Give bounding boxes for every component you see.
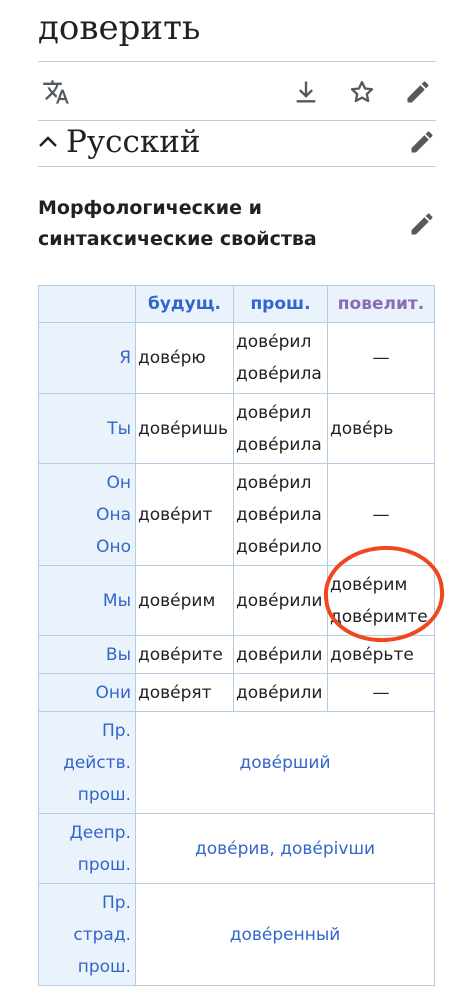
participle-row: Пр. страд. прош. дове́ренный <box>38 883 435 986</box>
future-cell: дове́рит <box>135 463 234 566</box>
header-future[interactable]: будущ. <box>135 285 234 323</box>
header-empty <box>38 285 136 323</box>
star-icon[interactable] <box>348 78 376 106</box>
pronoun-cell[interactable]: Вы <box>38 635 136 674</box>
past-cell: дове́рили <box>233 673 328 712</box>
future-cell: дове́рят <box>135 673 234 712</box>
gerund-past-link[interactable]: дове́рив, дове́рivши <box>135 813 435 884</box>
pronoun-cell[interactable]: Ты <box>38 393 136 464</box>
participle-label[interactable]: Пр. действ. прош. <box>38 711 136 814</box>
download-icon[interactable] <box>292 78 320 106</box>
pronoun-cell[interactable]: Они <box>38 673 136 712</box>
imperative-cell: — <box>327 673 435 712</box>
chevron-up-icon[interactable] <box>38 134 58 150</box>
future-cell: дове́рите <box>135 635 234 674</box>
pronoun-cell[interactable]: Я <box>38 322 136 394</box>
imperative-cell: дове́рьте <box>327 635 435 674</box>
imperative-cell: — <box>327 463 435 566</box>
table-row: Мы дове́рим дове́рили дове́рим дове́римте <box>38 565 435 636</box>
header-imperative[interactable]: повелит. <box>327 285 435 323</box>
section-divider <box>38 166 436 167</box>
imperative-cell: дове́рим дове́римте <box>327 565 435 636</box>
past-cell: дове́рил дове́рила <box>233 322 328 394</box>
imperative-cell: дове́рь <box>327 393 435 464</box>
table-row: Ты дове́ришь дове́рил дове́рила дове́рь <box>38 393 435 464</box>
title-divider <box>38 61 436 62</box>
table-row: Вы дове́рите дове́рили дове́рьте <box>38 635 435 674</box>
future-cell: дове́рю <box>135 322 234 394</box>
past-cell: дове́рили <box>233 565 328 636</box>
participle-label[interactable]: Деепр. прош. <box>38 813 136 884</box>
edit-section-icon[interactable] <box>408 128 436 156</box>
edit-subsection-icon[interactable] <box>408 210 436 238</box>
section-heading-russian[interactable]: Русский <box>38 120 436 166</box>
table-header-row: будущ. прош. повелит. <box>38 285 435 323</box>
pronoun-cell[interactable]: Мы <box>38 565 136 636</box>
future-cell: дове́ришь <box>135 393 234 464</box>
pronoun-cell[interactable]: Он Она Оно <box>38 463 136 566</box>
table-row: Он Она Оно дове́рит дове́рил дове́рила дове́… <box>38 463 435 566</box>
conjugation-table: будущ. прош. повелит. Я дове́рю дове́рил… <box>38 285 435 986</box>
participle-active-past-link[interactable]: дове́рший <box>135 711 435 814</box>
page-title: доверить <box>38 8 201 48</box>
past-cell: дове́рил дове́рила дове́рило <box>233 463 328 566</box>
table-row: Они дове́рят дове́рили — <box>38 673 435 712</box>
section-title: Русский <box>66 124 201 160</box>
participle-row: Деепр. прош. дове́рив, дове́рivши <box>38 813 435 884</box>
participle-label[interactable]: Пр. страд. прош. <box>38 883 136 986</box>
header-past[interactable]: прош. <box>233 285 328 323</box>
past-cell: дове́рили <box>233 635 328 674</box>
translate-icon[interactable] <box>42 78 70 106</box>
imperative-cell: — <box>327 322 435 394</box>
subsection-title: Морфологические и синтаксические свойств… <box>38 197 317 250</box>
past-cell: дове́рил дове́рила <box>233 393 328 464</box>
participle-row: Пр. действ. прош. дове́рший <box>38 711 435 814</box>
table-row: Я дове́рю дове́рил дове́рила — <box>38 322 435 394</box>
participle-passive-past-link[interactable]: дове́ренный <box>135 883 435 986</box>
edit-icon[interactable] <box>404 78 432 106</box>
future-cell: дове́рим <box>135 565 234 636</box>
